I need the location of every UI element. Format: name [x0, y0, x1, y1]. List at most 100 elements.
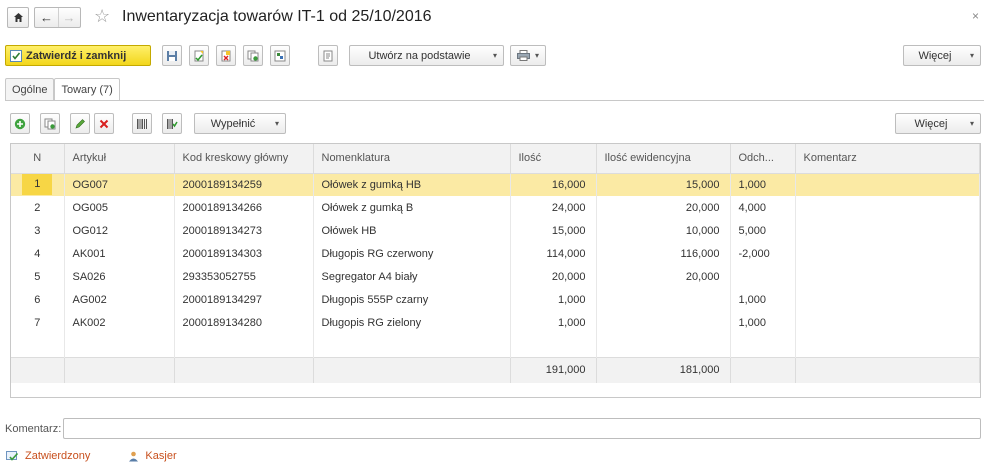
totals-row: 191,000 181,000 — [11, 356, 980, 383]
row-number: 5 — [11, 265, 65, 288]
close-icon[interactable]: × — [972, 9, 979, 23]
comment-cell[interactable] — [795, 173, 980, 196]
barcode-cell[interactable]: 2000189134303 — [174, 242, 314, 265]
form-toolbar: Zatwierdź i zamknij Utwórz na podstawie … — [0, 42, 989, 70]
qty-cell[interactable]: 15,000 — [510, 219, 597, 242]
item-cell[interactable]: Długopis RG zielony — [313, 311, 511, 334]
barcode-scan-button[interactable] — [132, 113, 152, 134]
book-qty-cell: 20,000 — [596, 196, 731, 219]
article-cell[interactable]: AG002 — [64, 288, 175, 311]
article-cell[interactable]: SA026 — [64, 265, 175, 288]
title-bar: ← → ☆ Inwentaryzacja towarów IT-1 od 25/… — [0, 0, 989, 36]
barcode-cell[interactable]: 2000189134259 — [174, 173, 314, 196]
create-based-on-dropdown[interactable]: Utwórz na podstawie ▾ — [349, 45, 504, 66]
structure-button[interactable] — [270, 45, 290, 66]
fill-dropdown[interactable]: Wypełnić ▾ — [194, 113, 286, 134]
comment-cell[interactable] — [795, 242, 980, 265]
more-actions-dropdown[interactable]: Więcej ▾ — [903, 45, 981, 66]
column-header-item[interactable]: Nomenklatura — [313, 144, 511, 174]
status-approved-link[interactable]: Zatwierdzony — [25, 450, 90, 462]
barcode-cell[interactable]: 2000189134266 — [174, 196, 314, 219]
goods-table[interactable]: N Artykuł Kod kreskowy główny Nomenklatu… — [10, 143, 981, 398]
qty-cell[interactable]: 1,000 — [510, 311, 597, 334]
column-header-comment[interactable]: Komentarz — [795, 144, 980, 174]
comment-cell[interactable] — [795, 288, 980, 311]
column-header-barcode[interactable]: Kod kreskowy główny — [174, 144, 314, 174]
comment-cell[interactable] — [795, 265, 980, 288]
column-header-n[interactable]: N — [11, 144, 65, 174]
comment-input[interactable] — [63, 418, 981, 439]
column-header-deviation[interactable]: Odch... — [730, 144, 796, 174]
article-cell[interactable]: AK001 — [64, 242, 175, 265]
tab-goods[interactable]: Towary (7) — [54, 78, 120, 101]
item-cell[interactable]: Ołówek z gumką B — [313, 196, 511, 219]
structure-icon — [274, 50, 286, 61]
item-cell[interactable]: Segregator A4 biały — [313, 265, 511, 288]
comment-cell[interactable] — [795, 219, 980, 242]
save-button[interactable] — [162, 45, 182, 66]
barcode-cell[interactable]: 293353052755 — [174, 265, 314, 288]
item-cell[interactable]: Ołówek z gumką HB — [313, 173, 511, 196]
article-cell[interactable]: AK002 — [64, 311, 175, 334]
copy-icon — [247, 50, 259, 61]
favorite-star-icon[interactable]: ☆ — [94, 6, 110, 27]
article-cell[interactable]: OG007 — [64, 173, 175, 196]
deviation-cell: 5,000 — [730, 219, 796, 242]
item-cell[interactable]: Długopis RG czerwony — [313, 242, 511, 265]
barcode-cell[interactable]: 2000189134273 — [174, 219, 314, 242]
grid-more-dropdown[interactable]: Więcej ▾ — [895, 113, 981, 134]
column-header-article[interactable]: Artykuł — [64, 144, 175, 174]
edit-row-button[interactable] — [70, 113, 90, 134]
table-header-row: N Artykuł Kod kreskowy główny Nomenklatu… — [11, 144, 980, 174]
post-document-button[interactable] — [189, 45, 209, 66]
article-cell[interactable]: OG005 — [64, 196, 175, 219]
qty-cell[interactable]: 114,000 — [510, 242, 597, 265]
table-row[interactable]: 7 AK002 2000189134280 Długopis RG zielon… — [11, 311, 980, 334]
unpost-document-button[interactable] — [216, 45, 236, 66]
qty-cell[interactable]: 1,000 — [510, 288, 597, 311]
home-button[interactable] — [7, 7, 29, 28]
comment-cell[interactable] — [795, 196, 980, 219]
empty-cell — [795, 334, 980, 357]
table-row[interactable]: 6 AG002 2000189134297 Długopis 555P czar… — [11, 288, 980, 311]
deviation-cell: 1,000 — [730, 311, 796, 334]
approve-and-close-label: Zatwierdź i zamknij — [26, 49, 127, 62]
table-row[interactable]: 2 OG005 2000189134266 Ołówek z gumką B 2… — [11, 196, 980, 219]
qty-cell[interactable]: 20,000 — [510, 265, 597, 288]
total-book-qty: 181,000 — [596, 356, 731, 383]
article-cell[interactable]: OG012 — [64, 219, 175, 242]
delete-row-button[interactable] — [94, 113, 114, 134]
deviation-cell: 4,000 — [730, 196, 796, 219]
user-link[interactable]: Kasjer — [145, 450, 176, 462]
table-row[interactable]: 3 OG012 2000189134273 Ołówek HB 15,000 1… — [11, 219, 980, 242]
totals-empty-cell — [313, 356, 511, 383]
approve-and-close-button[interactable]: Zatwierdź i zamknij — [5, 45, 151, 66]
item-cell[interactable]: Ołówek HB — [313, 219, 511, 242]
copy-button[interactable] — [243, 45, 263, 66]
forward-arrow-icon[interactable]: → — [57, 8, 80, 27]
column-header-qty[interactable]: Ilość — [510, 144, 597, 174]
copy-row-icon — [44, 118, 56, 129]
table-row[interactable]: 4 AK001 2000189134303 Długopis RG czerwo… — [11, 242, 980, 265]
report-button[interactable] — [318, 45, 338, 66]
qty-cell[interactable]: 24,000 — [510, 196, 597, 219]
empty-cell — [510, 334, 597, 357]
row-number: 1 — [22, 174, 53, 196]
column-header-book-qty[interactable]: Ilość ewidencyjna — [596, 144, 731, 174]
item-cell[interactable]: Długopis 555P czarny — [313, 288, 511, 311]
barcode-cell[interactable]: 2000189134297 — [174, 288, 314, 311]
comment-cell[interactable] — [795, 311, 980, 334]
book-qty-cell: 15,000 — [596, 173, 731, 196]
tab-general[interactable]: Ogólne — [5, 78, 55, 100]
qty-cell[interactable]: 16,000 — [510, 173, 597, 196]
copy-row-button[interactable] — [40, 113, 60, 134]
deviation-cell: 1,000 — [730, 173, 796, 196]
book-qty-cell: 116,000 — [596, 242, 731, 265]
table-row[interactable]: 1 OG007 2000189134259 Ołówek z gumką HB … — [11, 173, 980, 196]
barcode-check-button[interactable] — [162, 113, 182, 134]
table-row[interactable]: 5 SA026 293353052755 Segregator A4 biały… — [11, 265, 980, 288]
add-row-button[interactable] — [10, 113, 30, 134]
back-arrow-icon[interactable]: ← — [36, 8, 58, 27]
print-dropdown[interactable]: ▾ — [510, 45, 546, 66]
barcode-cell[interactable]: 2000189134280 — [174, 311, 314, 334]
